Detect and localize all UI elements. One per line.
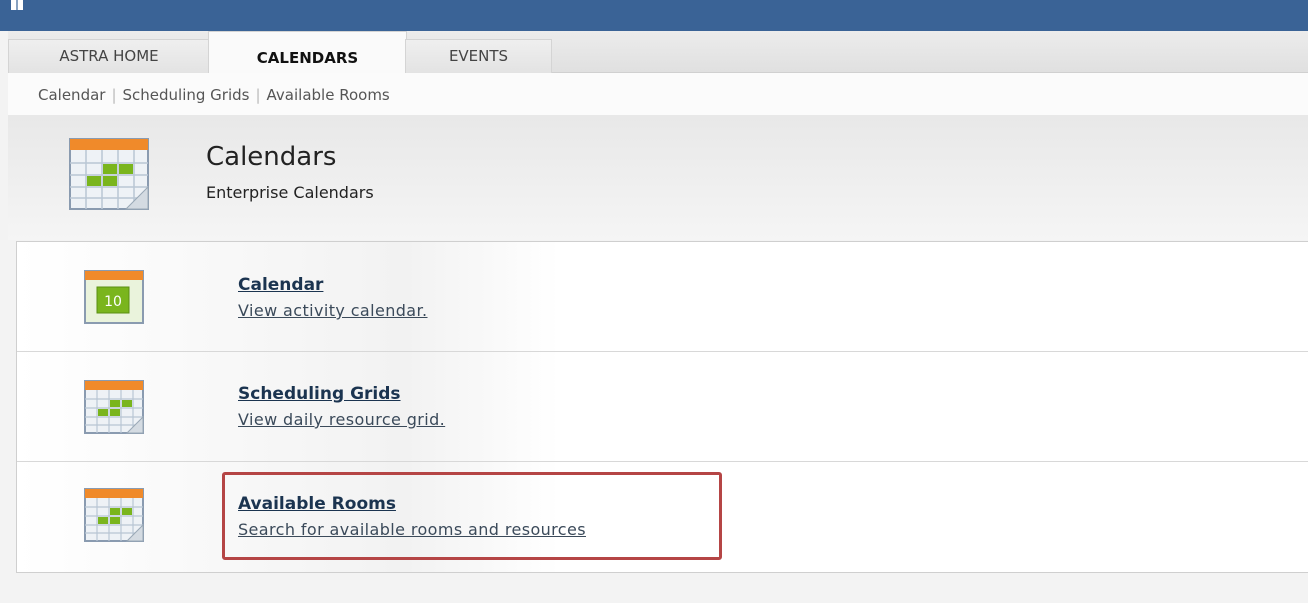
logo-fragment xyxy=(11,0,23,10)
page-title: Calendars xyxy=(206,142,337,172)
calendar-grid-icon xyxy=(84,488,144,542)
subnav-separator: | xyxy=(255,86,261,104)
calendar-grid-icon xyxy=(69,138,149,210)
main-tab-bar: ASTRA HOME CALENDARS EVENTS xyxy=(8,31,1308,74)
calendar-day-number: 10 xyxy=(104,294,122,310)
subnav-available-rooms-link[interactable]: Available Rooms xyxy=(267,86,390,104)
scheduling-grids-description-link[interactable]: View daily resource grid. xyxy=(238,410,445,429)
menu-item-scheduling-grids[interactable]: Scheduling Grids View daily resource gri… xyxy=(17,352,1308,462)
subnav-scheduling-grids-link[interactable]: Scheduling Grids xyxy=(123,86,250,104)
calendar-link[interactable]: Calendar xyxy=(238,275,323,295)
sub-navigation: Calendar | Scheduling Grids | Available Room… xyxy=(8,73,1308,115)
subnav-separator: | xyxy=(111,86,117,104)
tab-events[interactable]: EVENTS xyxy=(405,39,552,73)
scheduling-grids-link[interactable]: Scheduling Grids xyxy=(238,384,401,404)
page-header: Calendars Enterprise Calendars xyxy=(8,115,1308,240)
top-banner xyxy=(0,0,1308,31)
subnav-calendar-link[interactable]: Calendar xyxy=(38,86,105,104)
tab-calendars[interactable]: CALENDARS xyxy=(208,31,407,74)
tab-astra-home[interactable]: ASTRA HOME xyxy=(8,39,210,73)
calendar-day-icon: 10 xyxy=(84,270,144,324)
menu-item-calendar[interactable]: 10 Calendar View activity calendar. xyxy=(17,242,1308,352)
calendar-grid-icon xyxy=(84,380,144,434)
page-subtitle: Enterprise Calendars xyxy=(206,183,374,202)
highlight-box xyxy=(222,472,722,560)
calendar-description-link[interactable]: View activity calendar. xyxy=(238,301,428,320)
